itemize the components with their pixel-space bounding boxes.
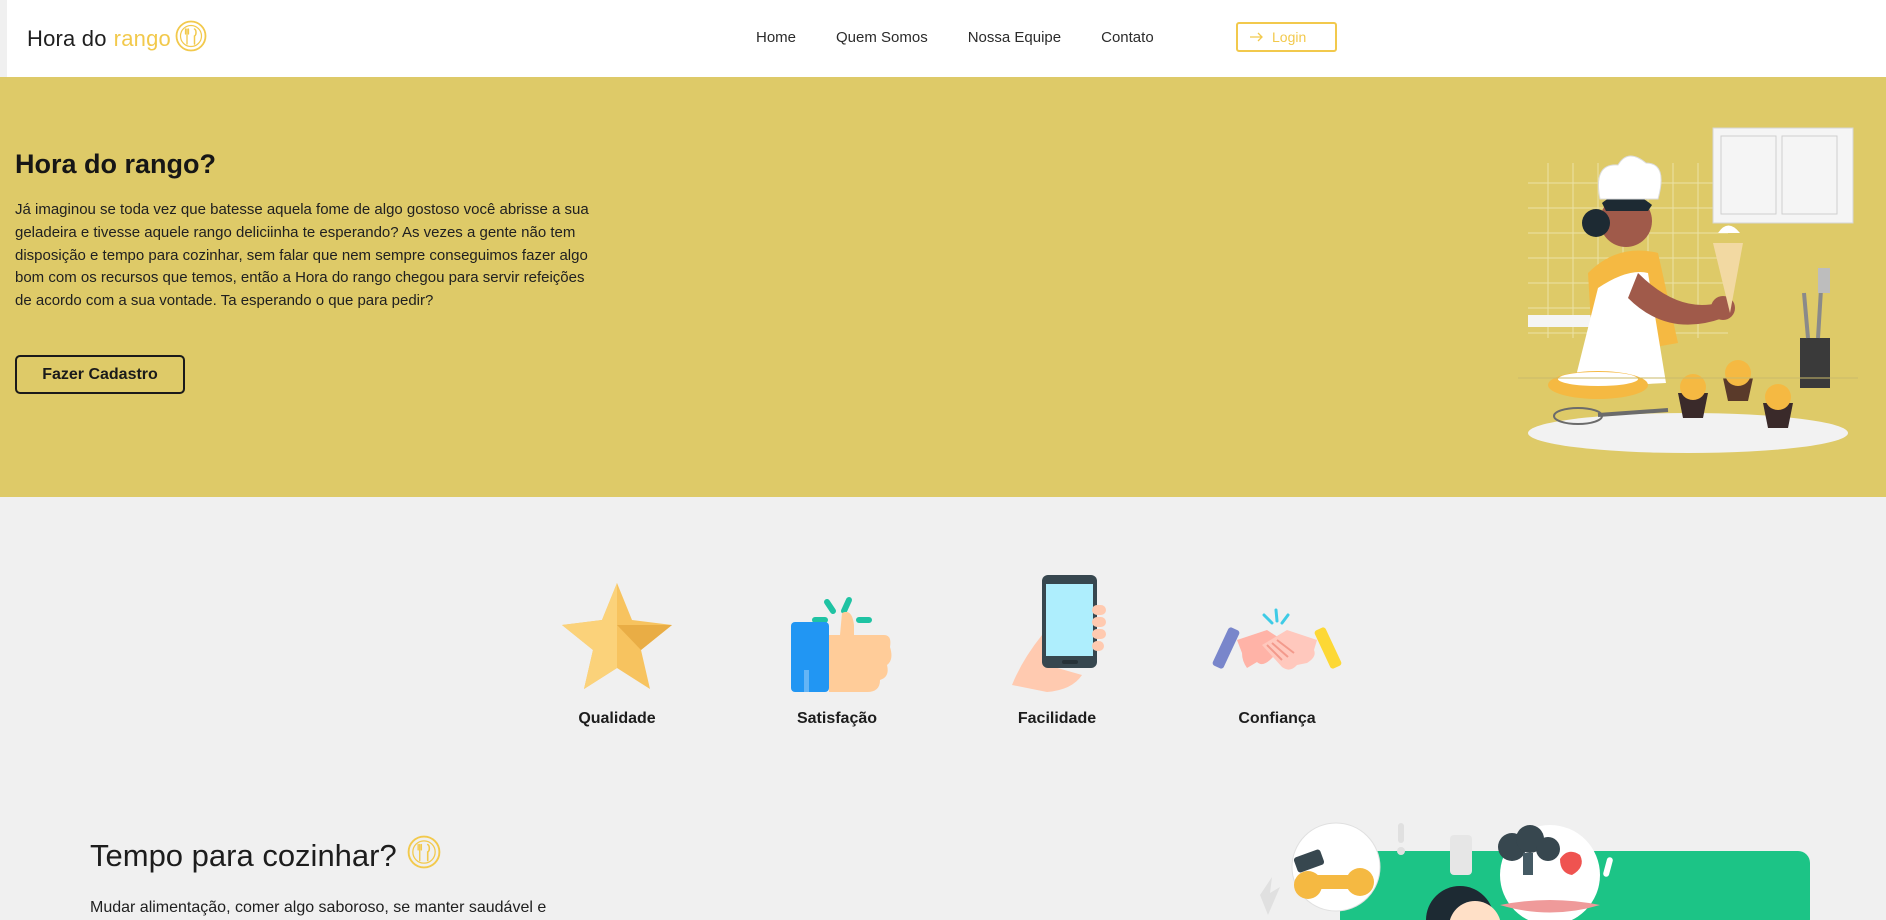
- hero-section: Hora do rango? Já imaginou se toda vez q…: [0, 77, 1886, 497]
- logo-text-accent: rango: [113, 26, 171, 51]
- login-button[interactable]: Login: [1236, 22, 1337, 52]
- star-icon: [562, 583, 672, 689]
- healthy-lifestyle-illustration: [1260, 822, 1810, 920]
- fork-knife-circle-icon: [407, 835, 441, 877]
- chef-illustration: [1518, 127, 1858, 453]
- feature-label: Qualidade: [578, 710, 656, 727]
- signup-button[interactable]: Fazer Cadastro: [15, 355, 185, 394]
- nav-home[interactable]: Home: [756, 29, 796, 46]
- feature-qualidade: Qualidade: [542, 565, 692, 728]
- section2-text: Mudar alimentação, comer algo saboroso, …: [90, 899, 547, 916]
- section2-title-row: Tempo para cozinhar?: [90, 835, 441, 877]
- logo-text-primary: Hora do: [27, 26, 107, 51]
- section2-title: Tempo para cozinhar?: [90, 838, 397, 873]
- feature-label: Satisfação: [796, 710, 878, 727]
- hero-title: Hora do rango?: [15, 149, 216, 179]
- phone-in-hand-icon: [1012, 575, 1106, 692]
- logo[interactable]: Hora do rango: [27, 20, 207, 58]
- feature-satisfacao: Satisfação: [762, 565, 912, 728]
- nav-contato[interactable]: Contato: [1101, 29, 1154, 46]
- feature-confianca: Confiança: [1202, 565, 1352, 728]
- site-header: Hora do rango Home Quem Somos Nossa Equi…: [0, 0, 1886, 77]
- login-arrow-icon: [1250, 29, 1264, 45]
- fork-knife-circle-icon: [175, 20, 207, 58]
- feature-label: Facilidade: [1017, 710, 1097, 727]
- feature-label: Confiança: [1238, 710, 1316, 727]
- thumbs-up-icon: [791, 597, 892, 692]
- login-label: Login: [1272, 29, 1307, 45]
- feature-facilidade: Facilidade: [982, 565, 1132, 728]
- hero-text: Já imaginou se toda vez que batesse aque…: [15, 201, 589, 310]
- main-nav: Home Quem Somos Nossa Equipe Contato: [756, 29, 1154, 46]
- handshake-icon: [1212, 608, 1342, 670]
- nav-quem-somos[interactable]: Quem Somos: [836, 29, 928, 46]
- nav-nossa-equipe[interactable]: Nossa Equipe: [968, 29, 1061, 46]
